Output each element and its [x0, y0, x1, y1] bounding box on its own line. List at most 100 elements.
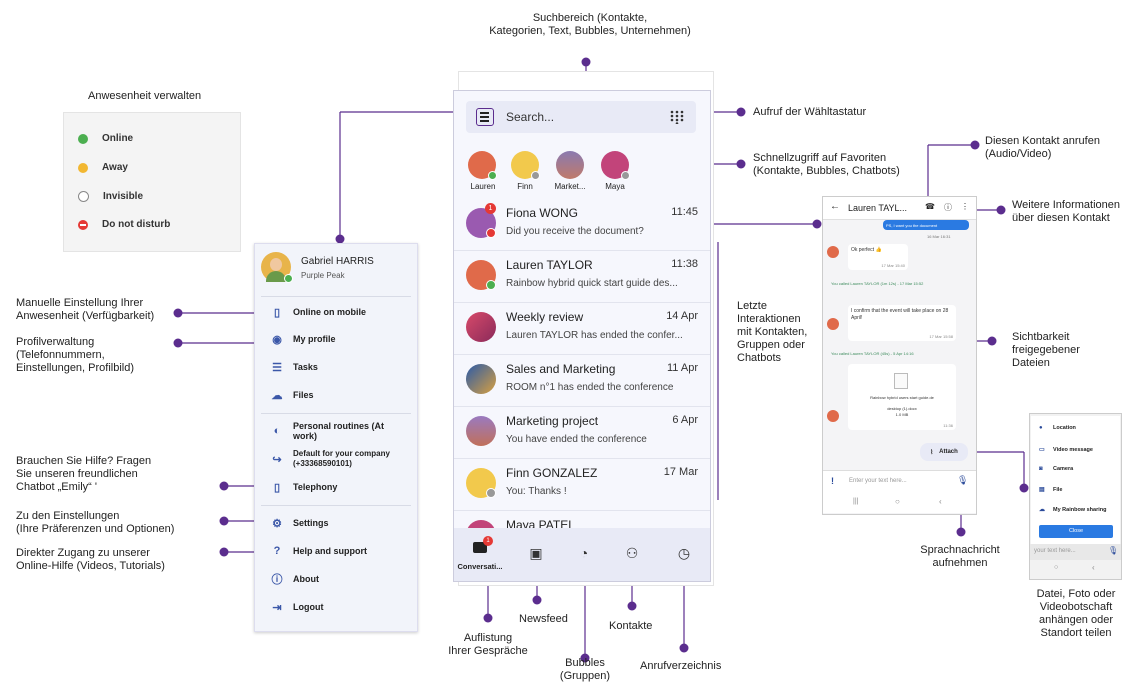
- attach-camera[interactable]: ◙ Camera: [1039, 466, 1073, 472]
- conversation-preview: Lauren TAYLOR has ended the confer...: [506, 330, 683, 341]
- user-company: Purple Peak: [301, 271, 345, 280]
- microphone-icon[interactable]: 🎙: [957, 475, 968, 486]
- home-icon[interactable]: ○: [1054, 564, 1058, 571]
- file-message[interactable]: Rainbow hybrid users start guide.de desk…: [848, 364, 956, 430]
- attach-item-label: File: [1053, 486, 1063, 493]
- invisible-dot-icon: [78, 191, 89, 202]
- menu-label: My profile: [293, 334, 336, 344]
- call-log-icon[interactable]: ◷: [674, 543, 694, 563]
- attach-file[interactable]: ▤ File: [1039, 486, 1063, 494]
- conversation-row[interactable]: Sales and Marketing 11 Apr ROOM n°1 has …: [454, 355, 710, 407]
- attach-phone-screen: ● Location ▭ Video message ◙ Camera ▤ File ☁…: [1029, 413, 1122, 580]
- message-input[interactable]: your text here...: [1034, 548, 1076, 554]
- tab-conversations[interactable]: 1 Conversati...: [456, 532, 504, 578]
- annotation-call-log: Anrufverzeichnis: [640, 660, 722, 672]
- message-text: I confirm that the event will take place…: [851, 308, 949, 321]
- recents-icon[interactable]: |||: [853, 498, 858, 505]
- menu-label: Help and support: [293, 546, 367, 556]
- attach-rainbow-sharing[interactable]: ☁ My Rainbow sharing: [1039, 506, 1107, 514]
- annotation-favorites: Schnellzugriff auf Favoriten (Kontakte, …: [753, 152, 900, 177]
- menu-telephony[interactable]: ▯ Telephony: [271, 481, 338, 494]
- bottom-nav: 1 Conversati... ▣ ◔ ⚇ ◷: [454, 528, 710, 581]
- annotation-newsfeed: Newsfeed: [519, 613, 568, 625]
- presence-away[interactable]: Away: [78, 162, 128, 173]
- dnd-dot-icon: [78, 219, 88, 230]
- avatar: [827, 410, 839, 422]
- presence-invisible[interactable]: Invisible: [78, 191, 143, 202]
- conversation-row[interactable]: Lauren TAYLOR 11:38 Rainbow hybrid quick…: [454, 251, 710, 303]
- dialpad-icon[interactable]: [670, 110, 684, 125]
- conversation-row[interactable]: 1 Fiona WONG 11:45 Did you receive the d…: [454, 199, 710, 251]
- contacts-icon[interactable]: ⚇: [622, 543, 642, 563]
- presence-dnd[interactable]: Do not disturb: [78, 219, 170, 230]
- bubbles-icon[interactable]: ◔: [574, 543, 594, 563]
- file-icon: ▤: [1039, 487, 1045, 493]
- menu-label: About: [293, 574, 319, 584]
- menu-files[interactable]: ☁ Files: [271, 389, 314, 402]
- attach-button[interactable]: ⌇ Attach: [920, 443, 968, 461]
- attach-item-label: My Rainbow sharing: [1053, 506, 1107, 513]
- attach-location[interactable]: ● Location: [1039, 425, 1076, 431]
- menu-logout[interactable]: ⇥ Logout: [271, 601, 324, 614]
- menu-help[interactable]: ? Help and support: [271, 545, 367, 557]
- android-nav-bar: ||| ○ ‹: [823, 493, 976, 513]
- menu-call-forward[interactable]: ↪ Default for your company (+33368590101): [271, 449, 411, 469]
- menu-icon[interactable]: [476, 108, 494, 126]
- away-dot-icon: [78, 162, 88, 173]
- back-arrow-icon[interactable]: ←: [830, 201, 840, 212]
- presence-label: Do not disturb: [102, 219, 171, 230]
- main-phone-screen: Search... Lauren Finn Market... Maya 1 F…: [453, 90, 711, 582]
- annotation-search-area: Suchbereich (Kontakte, Kategorien, Text,…: [489, 12, 691, 37]
- call-icon[interactable]: ☎: [925, 202, 935, 211]
- favorite-finn-avatar[interactable]: [511, 151, 540, 180]
- conversation-row[interactable]: Marketing project 6 Apr You have ended t…: [454, 407, 710, 459]
- menu-tasks[interactable]: ☰ Tasks: [271, 361, 318, 374]
- annotation-list-conversations: Auflistung Ihrer Gespräche: [448, 632, 528, 657]
- menu-label: Logout: [293, 602, 324, 612]
- annotation-more-info: Weitere Informationen über diesen Kontak…: [1012, 199, 1121, 224]
- menu-personal-routines[interactable]: ◐ Personal routines (At work): [271, 421, 401, 441]
- annotation-files-visibility: Sichtbarkeit freigegebener Dateien: [1012, 331, 1080, 369]
- conversation-preview: Did you receive the document?: [506, 226, 644, 237]
- presence-online[interactable]: Online: [78, 133, 133, 144]
- avatar[interactable]: [261, 252, 293, 283]
- video-icon: ▭: [1039, 447, 1045, 453]
- conversation-name: Fiona WONG: [506, 206, 579, 220]
- menu-label: Telephony: [293, 482, 338, 492]
- back-icon[interactable]: ‹: [1092, 563, 1095, 572]
- newsfeed-icon[interactable]: ▣: [526, 543, 546, 563]
- back-icon[interactable]: ‹: [939, 497, 942, 506]
- search-bar[interactable]: Search...: [466, 101, 696, 133]
- microphone-icon[interactable]: 🎙: [1108, 546, 1118, 555]
- menu-my-profile[interactable]: ◉ My profile: [271, 333, 336, 346]
- menu-online-on-mobile[interactable]: ▯ Online on mobile: [271, 306, 366, 319]
- favorite-marketing-avatar[interactable]: [556, 151, 584, 179]
- favorite-maya-avatar[interactable]: [601, 151, 630, 180]
- message-time: 17 Mar 15:40: [881, 263, 905, 268]
- attach-label: Attach: [939, 449, 958, 455]
- conversation-row[interactable]: Weekly review 14 Apr Lauren TAYLOR has e…: [454, 303, 710, 355]
- info-icon[interactable]: ⓘ: [944, 202, 952, 213]
- side-menu: Gabriel HARRIS Purple Peak ▯ Online on mo…: [254, 243, 418, 632]
- message-text: Ok perfect 👍: [851, 247, 882, 253]
- annotation-online-help: Direkter Zugang zu unserer Online-Hilfe …: [16, 547, 165, 572]
- conversation-time: 6 Apr: [672, 414, 698, 426]
- search-input[interactable]: Search...: [506, 110, 554, 124]
- avatar: [827, 318, 839, 330]
- chat-phone-screen: ← Lauren TAYL... ☎ ⓘ ⋮ PS, I want you th…: [822, 196, 977, 515]
- annotation-presence-title: Anwesenheit verwalten: [88, 90, 202, 102]
- menu-settings[interactable]: ⚙ Settings: [271, 517, 328, 530]
- more-icon[interactable]: ⋮: [961, 202, 969, 211]
- chat-contact-name: Lauren TAYL...: [848, 203, 908, 213]
- favorite-label: Finn: [517, 182, 533, 191]
- home-icon[interactable]: ○: [895, 497, 900, 506]
- favorite-lauren-avatar[interactable]: [468, 151, 497, 180]
- close-button[interactable]: Close: [1039, 525, 1113, 538]
- message-input[interactable]: Enter your text here...: [849, 478, 907, 484]
- conversation-preview: You have ended the conference: [506, 434, 647, 445]
- conversation-row[interactable]: Finn GONZALEZ 17 Mar You: Thanks !: [454, 459, 710, 511]
- menu-about[interactable]: ⓘ About: [271, 573, 320, 586]
- alert-icon[interactable]: !: [831, 476, 834, 486]
- attach-video-message[interactable]: ▭ Video message: [1039, 446, 1093, 454]
- attach-item-label: Location: [1053, 425, 1076, 431]
